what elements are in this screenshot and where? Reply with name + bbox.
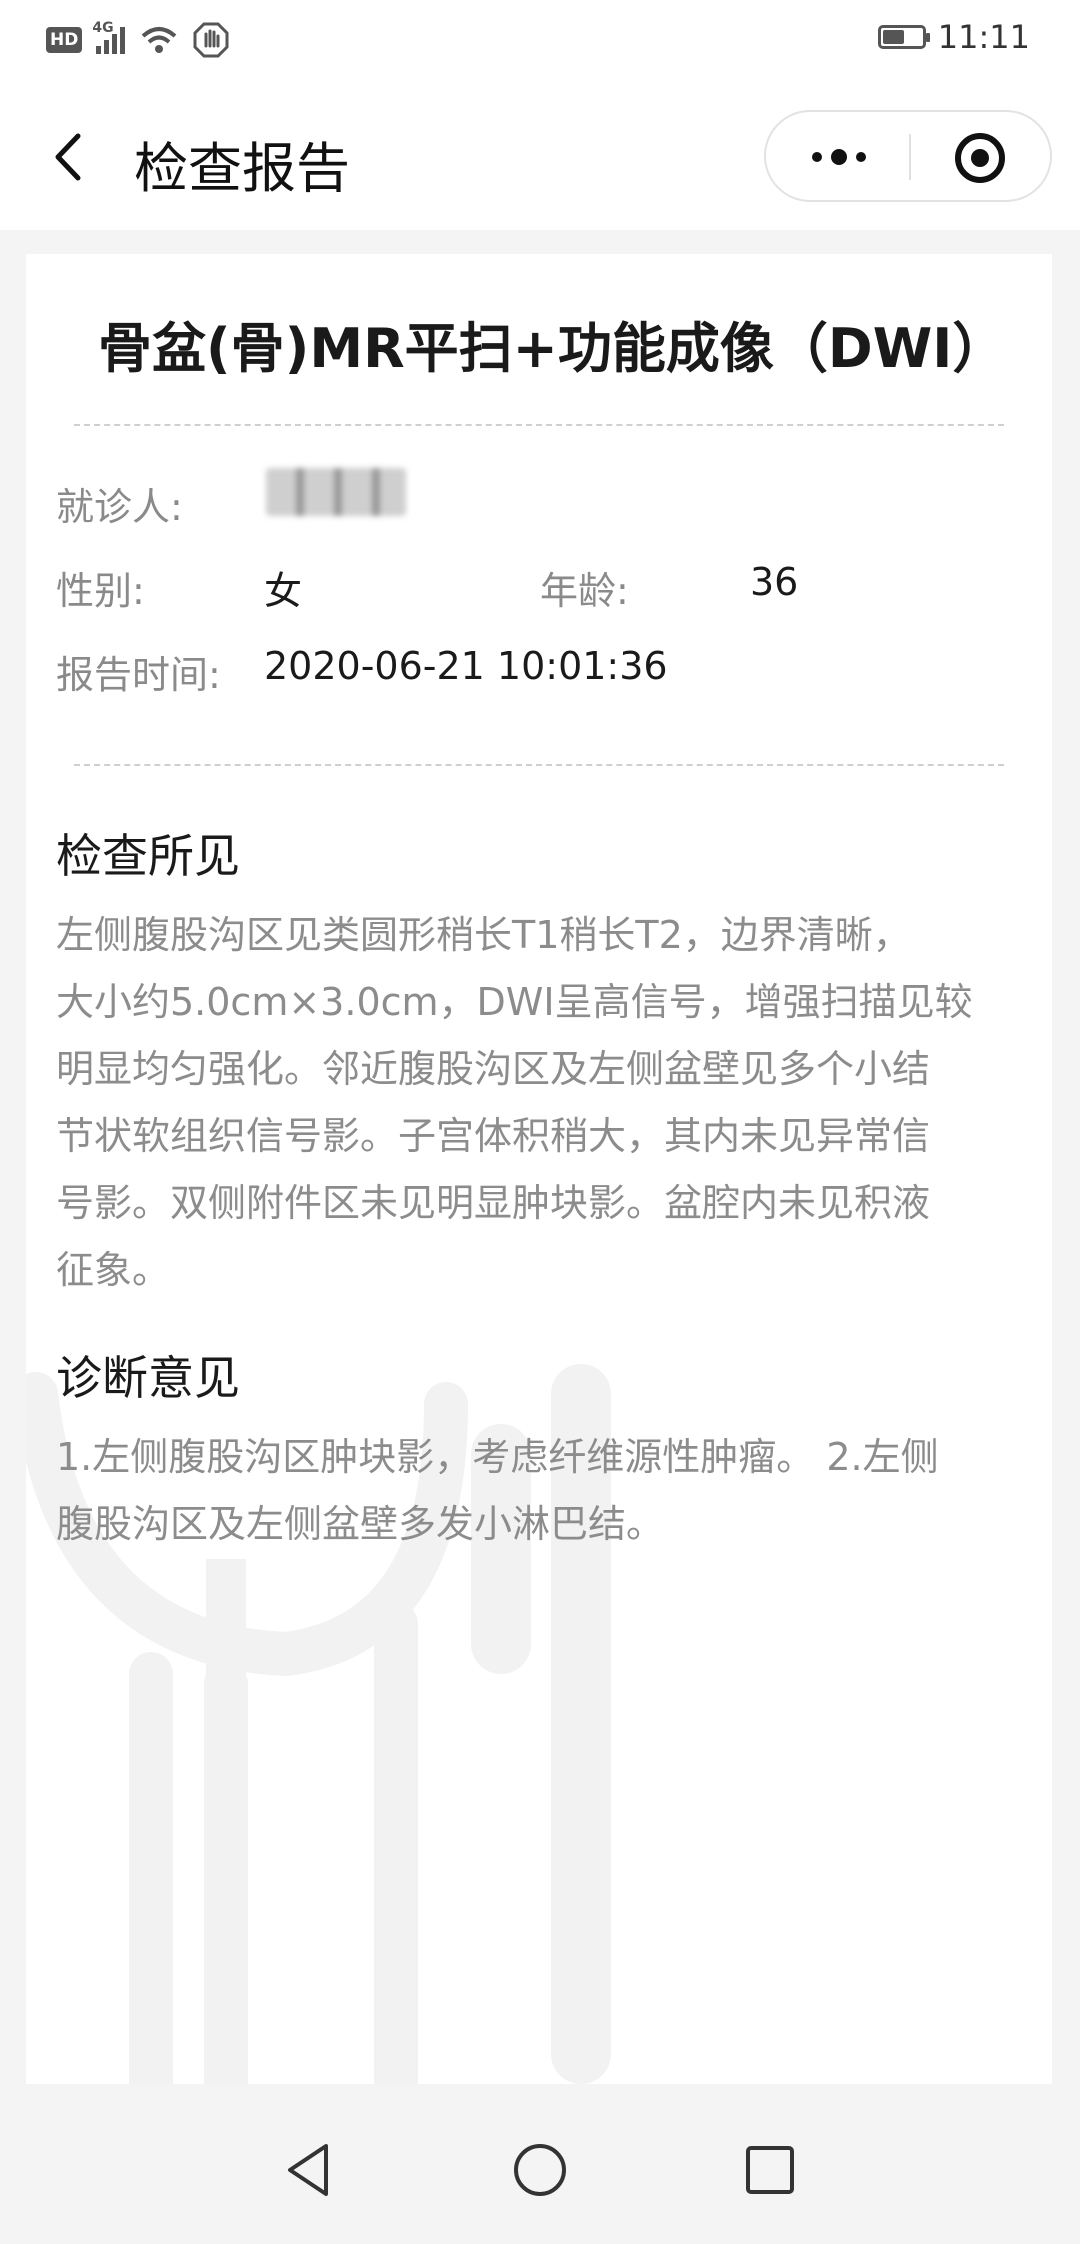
clock: 11:11: [937, 18, 1030, 56]
status-bar: HD 4G 11:11: [0, 0, 1080, 84]
nav-home-icon[interactable]: [510, 2140, 570, 2200]
status-icons-right: 11:11: [877, 18, 1030, 56]
hd-icon: HD: [46, 27, 83, 53]
wifi-icon: [142, 27, 177, 53]
findings-line: 征象。: [56, 1248, 171, 1292]
patient-name-redacted: [266, 468, 406, 516]
diagnosis-title: 诊断意见: [56, 1351, 240, 1405]
divider-bottom: [74, 764, 1004, 766]
diagnosis-line: 腹股沟区及左侧盆壁多发小淋巴结。: [56, 1502, 665, 1546]
patient-label: 就诊人:: [56, 485, 183, 529]
report-card: 骨盆(骨)MR平扫+功能成像（DWI） 就诊人: 性别: 女 年龄: 36 报告…: [26, 254, 1052, 2084]
system-nav-bar: [0, 2096, 1080, 2244]
nav-recents-icon[interactable]: [740, 2140, 800, 2200]
network-type: 4G: [92, 20, 114, 36]
nav-back-icon[interactable]: [280, 2140, 340, 2200]
more-dots-icon[interactable]: [804, 134, 874, 180]
findings-line: 左侧腹股沟区见类圆形稍长T1稍长T2，边界清晰，: [56, 913, 911, 957]
report-time-value: 2020-06-21 10:01:36: [264, 644, 668, 688]
signal-icon: 4G: [92, 20, 126, 54]
findings-line: 大小约5.0cm×3.0cm，DWI呈高信号，增强扫描见较: [56, 980, 973, 1024]
report-time-label: 报告时间:: [56, 653, 221, 697]
divider-top: [74, 424, 1004, 426]
page-title: 检查报告: [134, 137, 350, 200]
battery-fill: [882, 30, 904, 44]
findings-line: 号影。双侧附件区未见明显肿块影。盆腔内未见积液: [56, 1181, 931, 1225]
back-arrow-icon[interactable]: [40, 122, 100, 192]
findings-line: 节状软组织信号影。子宫体积稍大，其内未见异常信: [56, 1114, 931, 1158]
close-target-icon[interactable]: [952, 130, 1008, 186]
gender-label: 性别:: [56, 569, 145, 613]
diagnosis-text: 1.左侧腹股沟区肿块影，考虑纤维源性肿瘤。 2.左侧 腹股沟区及左侧盆壁多发小淋…: [56, 1424, 1046, 1558]
capsule-divider: [909, 134, 911, 180]
diagnosis-line: 1.左侧腹股沟区肿块影，考虑纤维源性肿瘤。 2.左侧: [56, 1435, 939, 1479]
gender-value: 女: [264, 569, 303, 613]
battery-icon: [877, 25, 930, 49]
findings-title: 检查所见: [56, 829, 240, 883]
report-title: 骨盆(骨)MR平扫+功能成像（DWI）: [98, 317, 1007, 380]
findings-line: 明显均匀强化。邻近腹股沟区及左侧盆壁见多个小结: [56, 1047, 931, 1091]
age-label: 年龄:: [540, 569, 629, 613]
findings-text: 左侧腹股沟区见类圆形稍长T1稍长T2，边界清晰， 大小约5.0cm×3.0cm，…: [56, 902, 1046, 1304]
title-bar: 检查报告: [0, 84, 1080, 230]
age-value: 36: [750, 560, 799, 604]
status-icons-left: HD 4G: [46, 20, 229, 58]
hand-icon: [193, 22, 229, 58]
mini-program-capsule: [764, 110, 1052, 202]
